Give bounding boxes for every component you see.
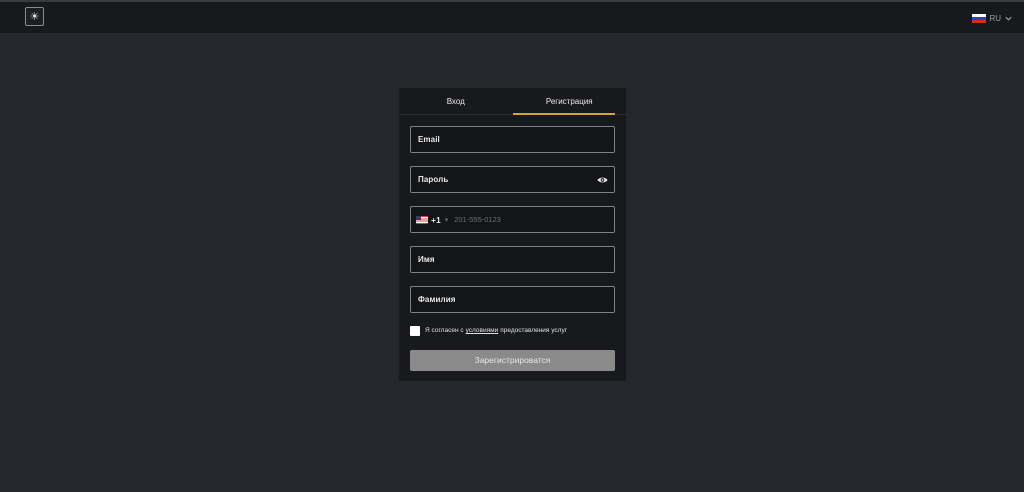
last-name-label: Фамилия [418, 295, 456, 304]
first-name-field[interactable]: Имя [410, 246, 615, 273]
chevron-down-icon [1005, 16, 1012, 21]
phone-placeholder: 201-555-0123 [454, 215, 501, 224]
tab-login[interactable]: Вход [399, 88, 513, 114]
sun-icon: ☀ [29, 11, 40, 23]
tab-registration[interactable]: Регистрация [512, 88, 627, 115]
auth-tabs: Вход Регистрация [399, 88, 626, 115]
terms-checkbox[interactable] [410, 325, 420, 336]
country-dropdown-icon[interactable]: ▾ [445, 216, 449, 224]
language-code: RU [989, 13, 1001, 23]
password-field[interactable]: Пароль [410, 166, 615, 193]
password-label: Пароль [418, 175, 449, 184]
registration-card: Вход Регистрация Email Пароль +1 ▾ 201-5… [399, 88, 626, 381]
email-field[interactable]: Email [410, 126, 615, 153]
top-bar: ☀ RU [0, 0, 1024, 33]
terms-link[interactable]: условиями [466, 327, 499, 334]
terms-agreement: Я согласен с условиями предоставления ус… [410, 325, 567, 336]
register-button[interactable]: Зарегистрироватся [410, 350, 615, 371]
language-selector[interactable]: RU [972, 12, 1013, 24]
eye-icon[interactable] [597, 175, 608, 185]
first-name-label: Имя [418, 255, 435, 264]
last-name-field[interactable]: Фамилия [410, 286, 615, 313]
usa-flag-icon[interactable] [416, 215, 428, 224]
theme-toggle-button[interactable]: ☀ [25, 7, 44, 26]
terms-text-after: предоставления услуг [500, 327, 568, 334]
email-label: Email [418, 135, 440, 144]
dial-code: +1 [431, 214, 441, 225]
phone-field[interactable]: +1 ▾ 201-555-0123 [410, 206, 615, 233]
russia-flag-icon [972, 13, 987, 23]
terms-text-before: Я согласен с [425, 327, 464, 334]
